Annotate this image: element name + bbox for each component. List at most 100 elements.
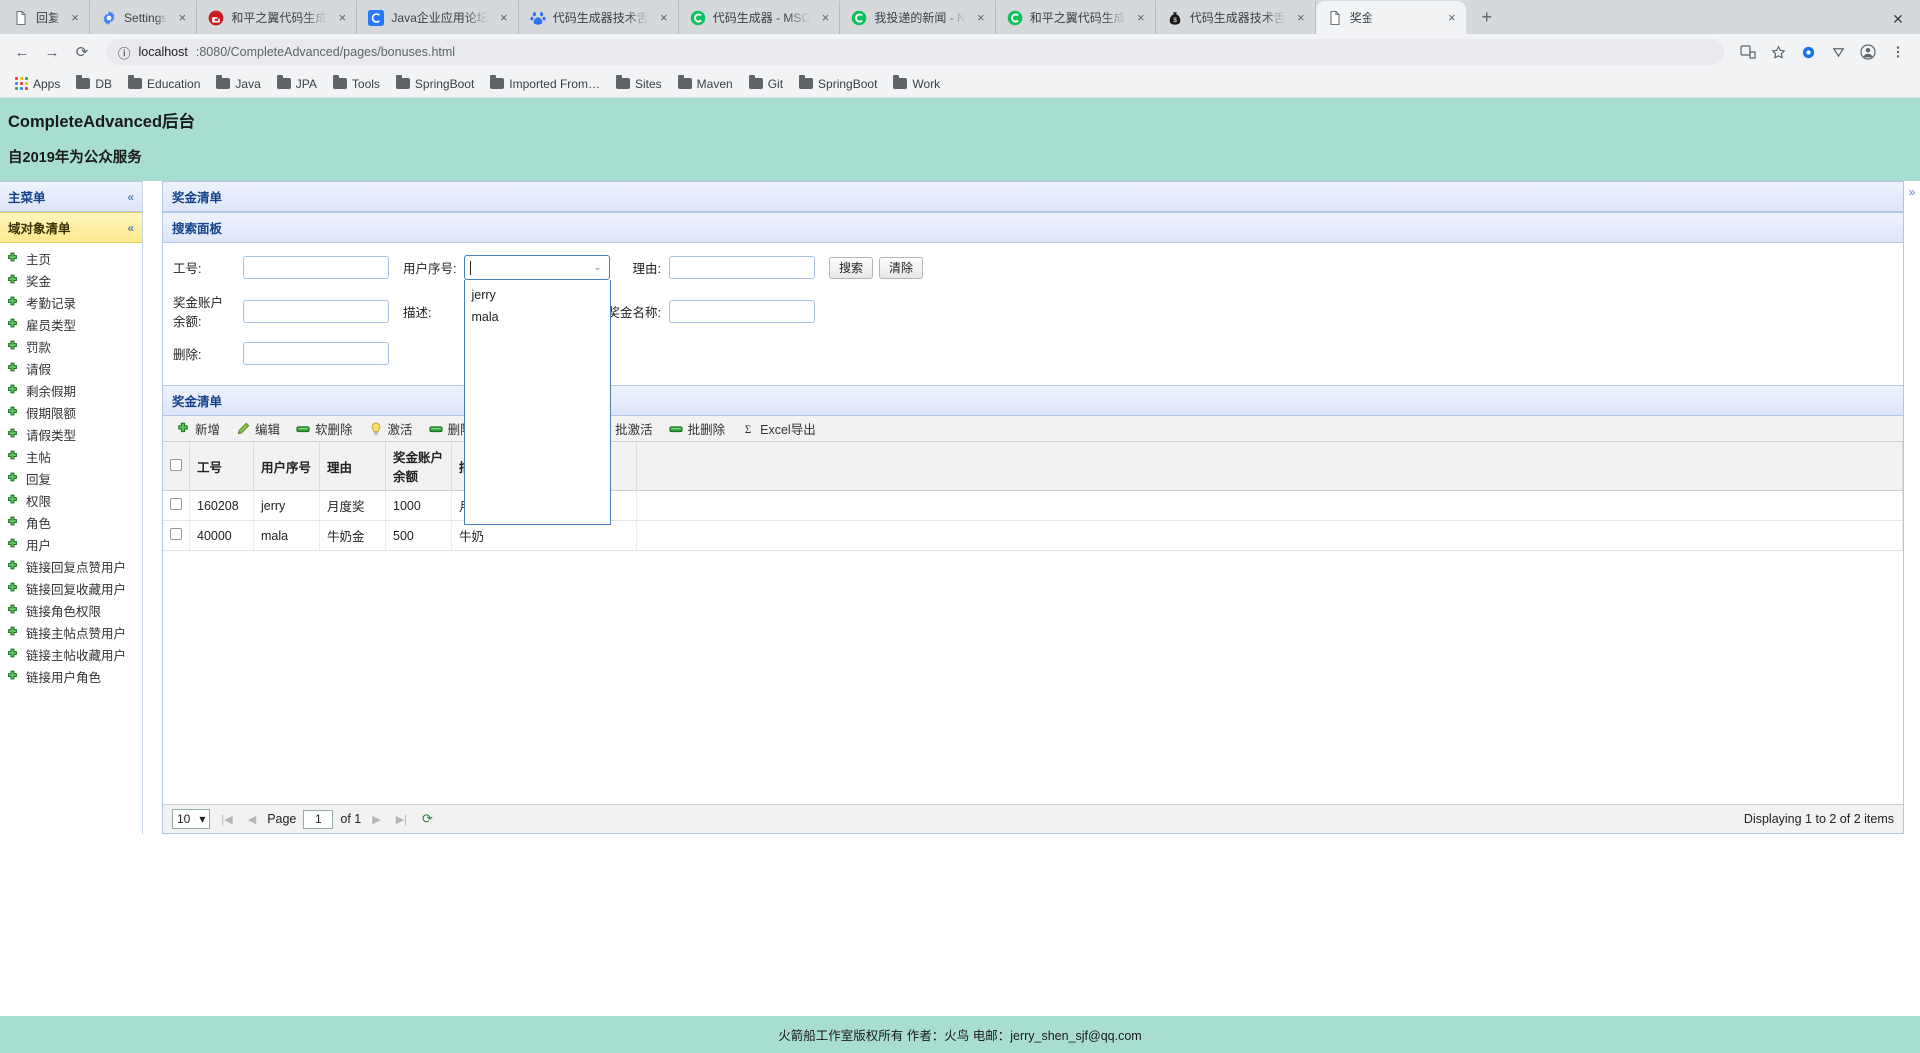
tab-close-icon[interactable]: × (1444, 11, 1460, 24)
clear-button[interactable]: 清除 (878, 256, 923, 279)
sidebar-item-8[interactable]: 请假类型 (0, 423, 142, 445)
prev-page-icon[interactable]: ◀ (244, 813, 260, 826)
sidebar-item-6[interactable]: 剩余假期 (0, 379, 142, 401)
sidebar-item-18[interactable]: 链接主帖收藏用户 (0, 643, 142, 665)
tab-close-icon[interactable]: × (817, 11, 833, 24)
translate-icon[interactable] (1734, 38, 1762, 66)
sidebar-item-3[interactable]: 雇员类型 (0, 313, 142, 335)
browser-tab[interactable]: 和平之翼代码生成 × (996, 1, 1156, 34)
dropdown-option-1[interactable]: mala (465, 306, 610, 328)
sidebar-item-14[interactable]: 链接回复点赞用户 (0, 555, 142, 577)
account-icon[interactable] (1854, 38, 1882, 66)
search-input-reason[interactable] (668, 256, 815, 279)
grid-tool-8[interactable]: 批删除 (662, 418, 733, 439)
col-reason[interactable]: 理由 (319, 442, 386, 491)
tab-close-icon[interactable]: × (174, 11, 190, 24)
bookmark-git[interactable]: Git (742, 74, 790, 94)
grid-tool-0[interactable]: 新增 (169, 418, 227, 439)
browser-tab[interactable]: Java企业应用论坛 × (357, 1, 519, 34)
tab-close-icon[interactable]: × (656, 11, 672, 24)
page-size-select[interactable]: 10 ▾ (172, 809, 211, 829)
col-balance[interactable]: 奖金账户余额 (385, 442, 452, 491)
tab-close-icon[interactable]: × (496, 11, 512, 24)
back-icon[interactable]: ← (8, 38, 36, 66)
browser-tab[interactable]: 和平之翼代码生成 × (197, 1, 358, 34)
tab-close-icon[interactable]: × (1133, 11, 1149, 24)
browser-tab[interactable]: $ 代码生成器技术舌 × (1156, 1, 1316, 34)
row-select-cell[interactable] (163, 520, 190, 551)
reload-icon[interactable]: ⟳ (68, 38, 96, 66)
sidebar-item-15[interactable]: 链接回复收藏用户 (0, 577, 142, 599)
bookmark-imported-from[interactable]: Imported From… (483, 74, 607, 94)
bookmark-star-icon[interactable] (1764, 38, 1792, 66)
first-page-icon[interactable]: |◀ (217, 813, 236, 826)
sidebar-item-1[interactable]: 奖金 (0, 269, 142, 291)
select-all-header[interactable] (163, 442, 190, 491)
refresh-icon[interactable]: ⟳ (418, 811, 437, 827)
bookmark-springboot[interactable]: SpringBoot (389, 74, 481, 94)
bookmark-education[interactable]: Education (121, 74, 207, 94)
bookmark-springboot-2[interactable]: SpringBoot (792, 74, 884, 94)
browser-tab[interactable]: 回复 × (2, 1, 91, 34)
bookmark-tools[interactable]: Tools (326, 74, 387, 94)
sidebar-item-10[interactable]: 回复 (0, 467, 142, 489)
bookmark-maven[interactable]: Maven (671, 74, 740, 94)
new-tab-button[interactable]: + (1472, 2, 1502, 32)
profile-v-icon[interactable] (1824, 38, 1852, 66)
bookmark-jpa[interactable]: JPA (270, 74, 324, 94)
row-checkbox[interactable] (170, 498, 182, 510)
sidebar-item-7[interactable]: 假期限额 (0, 401, 142, 423)
search-input-balance[interactable] (243, 299, 389, 323)
sidebar-item-9[interactable]: 主帖 (0, 445, 142, 467)
search-button[interactable]: 搜索 (828, 256, 873, 279)
sidebar-item-19[interactable]: 链接用户角色 (0, 665, 142, 687)
grid-tool-3[interactable]: 激活 (362, 418, 420, 439)
tab-close-icon[interactable]: × (334, 11, 350, 24)
next-page-icon[interactable]: ▶ (368, 813, 384, 826)
dropdown-option-0[interactable]: jerry (465, 284, 610, 306)
select-all-checkbox[interactable] (170, 458, 182, 471)
browser-tab[interactable]: 代码生成器 - MSΩ × (679, 1, 841, 34)
grid-tool-1[interactable]: 编辑 (229, 418, 287, 439)
sidebar-main-menu-header[interactable]: 主菜单 « (0, 181, 142, 212)
sidebar-item-11[interactable]: 权限 (0, 489, 142, 511)
extension-icon[interactable] (1794, 38, 1822, 66)
window-close-button[interactable]: ✕ (1876, 4, 1920, 34)
bookmark-db[interactable]: DB (69, 74, 119, 94)
bookmark-work[interactable]: Work (886, 74, 947, 94)
bookmark-java[interactable]: Java (209, 74, 267, 94)
chevron-down-icon[interactable]: ⌄ (589, 262, 605, 273)
browser-tab[interactable]: 我投递的新闻 - N × (840, 1, 996, 34)
search-combo-user-seq[interactable]: ⌄ (464, 255, 611, 280)
tab-close-icon[interactable]: × (67, 11, 83, 24)
grid-tool-9[interactable]: Σ Excel导出 (734, 418, 823, 439)
address-bar[interactable]: ⓘ localhost:8080/CompleteAdvanced/pages/… (106, 39, 1724, 65)
forward-icon[interactable]: → (38, 38, 66, 66)
search-input-bonus-name[interactable] (668, 299, 815, 323)
browser-tab-active[interactable]: 奖金 × (1315, 1, 1466, 34)
sidebar-item-13[interactable]: 用户 (0, 533, 142, 555)
search-input-work-number[interactable] (243, 256, 389, 279)
chevron-left-icon[interactable]: « (127, 190, 134, 204)
chevron-up-icon[interactable]: « (127, 221, 134, 235)
sidebar-domain-header[interactable]: 域对象清单 « (0, 212, 142, 243)
search-input-deleted[interactable] (243, 342, 389, 365)
right-collapse-icon[interactable]: » (1904, 181, 1920, 834)
col-work-number[interactable]: 工号 (189, 442, 254, 491)
bookmark-apps[interactable]: Apps (8, 74, 67, 94)
browser-tab[interactable]: Settings × (90, 1, 198, 34)
tab-close-icon[interactable]: × (973, 11, 989, 24)
col-user-seq[interactable]: 用户序号 (253, 442, 320, 491)
sidebar-item-2[interactable]: 考勤记录 (0, 291, 142, 313)
browser-tab[interactable]: 代码生成器技术舌 × (519, 1, 679, 34)
user-seq-dropdown[interactable]: jerry mala (464, 280, 612, 525)
sidebar-item-12[interactable]: 角色 (0, 511, 142, 533)
site-info-icon[interactable]: ⓘ (118, 43, 131, 62)
bookmark-sites[interactable]: Sites (609, 74, 669, 94)
table-row[interactable]: 40000 mala 牛奶金 500 牛奶 (163, 520, 1903, 551)
menu-dots-icon[interactable] (1884, 38, 1912, 66)
grid-tool-2[interactable]: 软删除 (289, 418, 360, 439)
last-page-icon[interactable]: ▶| (392, 813, 411, 826)
sidebar-item-5[interactable]: 请假 (0, 357, 142, 379)
tab-close-icon[interactable]: × (1293, 11, 1309, 24)
